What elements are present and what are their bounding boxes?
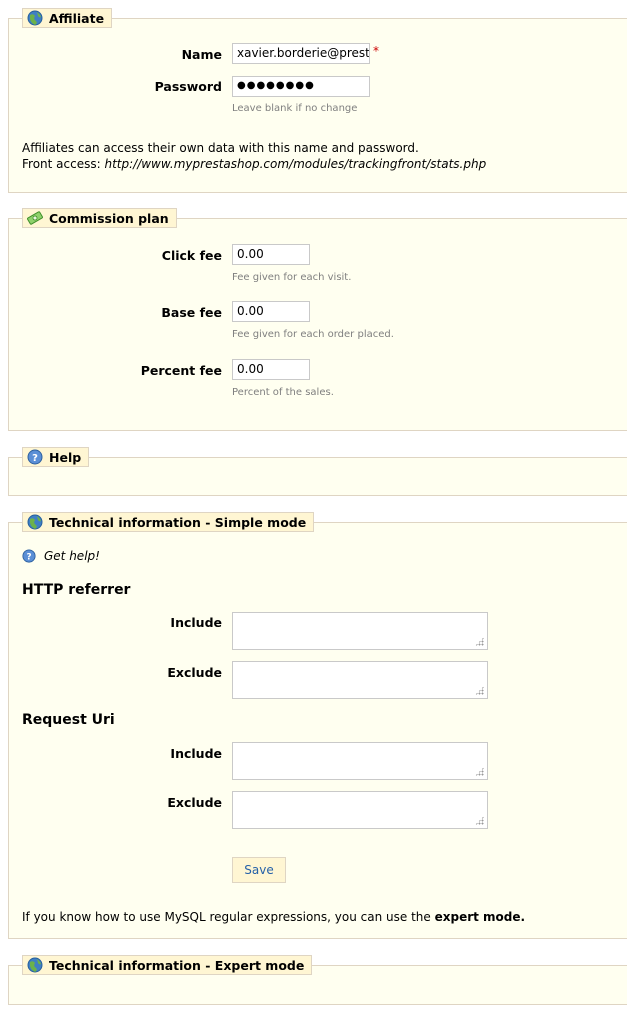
name-input[interactable]: xavier.borderie@presta [232,43,370,64]
percent-fee-label: Percent fee [140,363,222,378]
expert-mode-legend-text: Technical information - Expert mode [49,957,305,973]
click-fee-input[interactable]: 0.00 [232,244,310,265]
commission-legend: Commission plan [22,208,177,228]
help-legend-text: Help [49,449,82,465]
get-help-text: Get help! [44,549,100,563]
click-fee-label: Click fee [161,248,222,263]
request-uri-heading: Request Uri [22,712,115,728]
simple-mode-fieldset: Technical information - Simple mode ? Ge… [8,512,627,939]
commission-fieldset: Commission plan Click fee 0.00 Fee given… [8,208,627,431]
affiliate-legend-text: Affiliate [49,10,105,26]
svg-text:?: ? [32,453,38,464]
expert-mode-link[interactable]: expert mode. [435,910,525,924]
click-fee-hint: Fee given for each visit. [232,272,352,283]
commission-legend-text: Commission plan [49,210,169,226]
affiliate-info-text: Affiliates can access their own data wit… [22,141,419,155]
help-legend[interactable]: ? Help [22,447,90,467]
referrer-exclude-textarea[interactable] [232,661,488,699]
password-label: Password [154,79,222,94]
uri-include-textarea[interactable] [232,742,488,780]
base-fee-input[interactable]: 0.00 [232,301,310,322]
help-icon: ? [27,449,43,465]
expert-mode-line: If you know how to use MySQL regular exp… [22,910,525,925]
expert-mode-legend: Technical information - Expert mode [22,955,313,975]
required-asterisk: * [373,44,379,58]
resize-grip-icon[interactable] [475,637,484,646]
affiliate-fieldset: Affiliate Name xavier.borderie@presta * … [8,8,627,193]
front-access-url: http://www.myprestashop.com/modules/trac… [104,157,487,171]
help-fieldset: ? Help [8,447,627,496]
money-icon [27,211,43,225]
front-access-label: Front access: [22,157,101,171]
save-button[interactable]: Save [232,857,286,883]
front-access-line: Front access: http://www.myprestashop.co… [22,157,486,172]
globe-icon [27,10,43,26]
resize-grip-icon[interactable] [475,686,484,695]
svg-text:?: ? [26,553,31,563]
referrer-exclude-label: Exclude [167,665,222,680]
expert-mode-text: If you know how to use MySQL regular exp… [22,910,431,924]
simple-mode-legend: Technical information - Simple mode [22,512,315,532]
help-icon: ? [22,549,36,563]
password-hint: Leave blank if no change [232,103,358,114]
simple-mode-legend-text: Technical information - Simple mode [49,514,307,530]
base-fee-hint: Fee given for each order placed. [232,329,394,340]
percent-fee-hint: Percent of the sales. [232,387,334,398]
name-label: Name [181,47,222,62]
get-help-link[interactable]: ? Get help! [22,549,100,563]
globe-icon [27,514,43,530]
http-referrer-heading: HTTP referrer [22,582,131,598]
referrer-include-label: Include [170,615,222,630]
globe-icon [27,957,43,973]
affiliate-legend: Affiliate [22,8,113,28]
password-input[interactable]: ●●●●●●●● [232,76,370,97]
uri-include-label: Include [170,746,222,761]
uri-exclude-label: Exclude [167,795,222,810]
referrer-include-textarea[interactable] [232,612,488,650]
uri-exclude-textarea[interactable] [232,791,488,829]
base-fee-label: Base fee [161,305,222,320]
percent-fee-input[interactable]: 0.00 [232,359,310,380]
expert-mode-fieldset: Technical information - Expert mode [8,955,627,1005]
resize-grip-icon[interactable] [475,767,484,776]
resize-grip-icon[interactable] [475,816,484,825]
